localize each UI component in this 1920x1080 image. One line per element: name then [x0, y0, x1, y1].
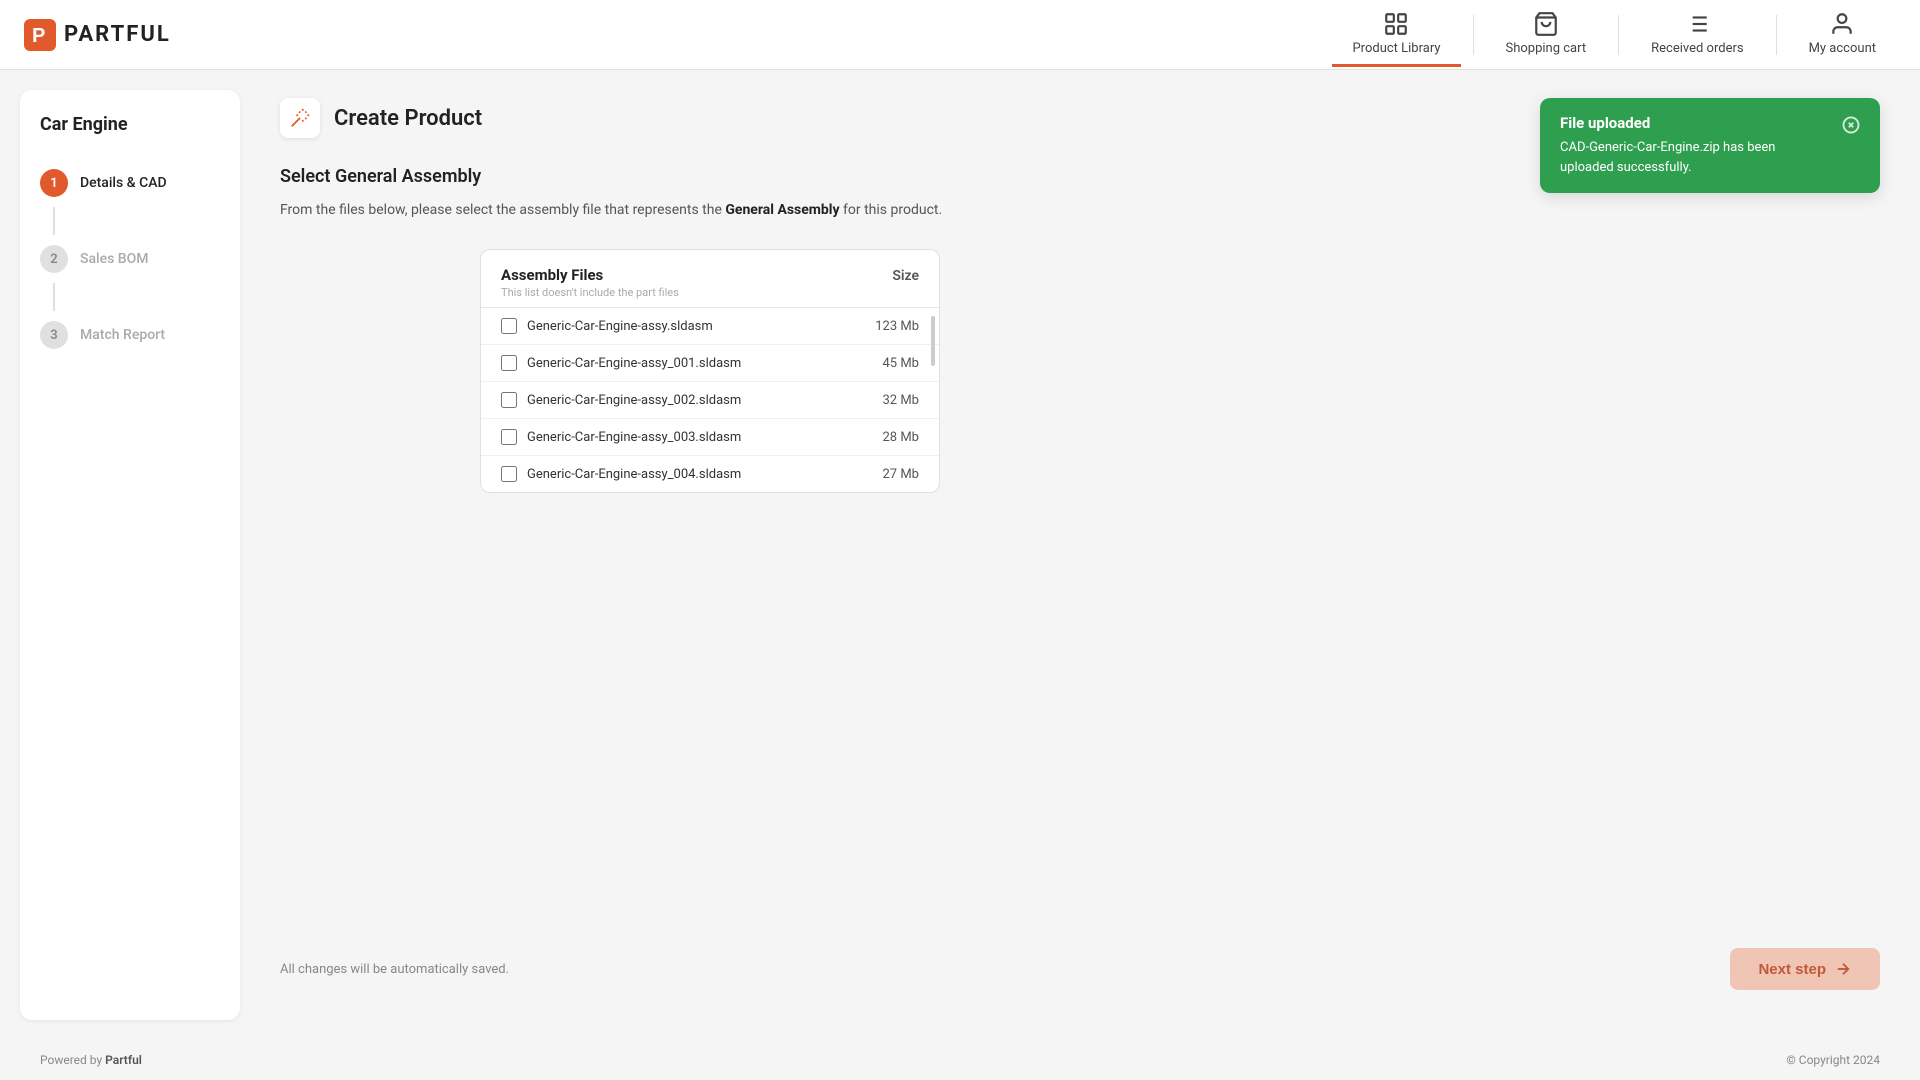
page-title: Create Product: [334, 106, 482, 131]
nav-label-shopping-cart: Shopping cart: [1506, 41, 1587, 56]
step-circle-1: 1: [40, 169, 68, 197]
nav-divider-2: [1618, 15, 1619, 55]
notification-close-button[interactable]: [1842, 116, 1860, 138]
file-size-1: 45 Mb: [859, 356, 919, 371]
nav-item-shopping-cart[interactable]: Shopping cart: [1486, 3, 1607, 67]
notification-title: File uploaded: [1560, 114, 1830, 132]
sidebar-item-match-report[interactable]: 3 Match Report: [36, 311, 224, 359]
main-layout: Car Engine 1 Details & CAD 2 Sales BOM 3…: [0, 70, 1920, 1040]
step-connector-1: [53, 207, 55, 235]
file-checkbox-3[interactable]: [501, 429, 517, 445]
table-body: Generic-Car-Engine-assy.sldasm 123 Mb Ge…: [481, 308, 939, 492]
sidebar-item-sales-bom[interactable]: 2 Sales BOM: [36, 235, 224, 283]
step-circle-2: 2: [40, 245, 68, 273]
nav-label-product-library: Product Library: [1352, 41, 1440, 56]
scrollbar[interactable]: [931, 316, 935, 366]
assembly-files-table: Assembly Files This list doesn't include…: [480, 249, 940, 493]
file-name-3: Generic-Car-Engine-assy_003.sldasm: [527, 430, 849, 445]
table-header: Assembly Files This list doesn't include…: [481, 250, 939, 308]
file-checkbox-2[interactable]: [501, 392, 517, 408]
next-step-button[interactable]: Next step: [1730, 948, 1880, 990]
step-label-2: Sales BOM: [80, 251, 149, 267]
logo[interactable]: P PARTFUL: [24, 19, 171, 51]
notification-body: CAD-Generic-Car-Engine.zip has been uplo…: [1560, 138, 1830, 177]
nav-item-product-library[interactable]: Product Library: [1332, 3, 1460, 67]
table-row[interactable]: Generic-Car-Engine-assy_002.sldasm 32 Mb: [481, 382, 939, 419]
autosave-text: All changes will be automatically saved.: [280, 962, 509, 977]
account-icon: [1829, 11, 1855, 37]
footer-left: Powered by Partful: [40, 1053, 142, 1067]
step-label-3: Match Report: [80, 327, 165, 343]
cart-icon: [1533, 11, 1559, 37]
nav-item-received-orders[interactable]: Received orders: [1631, 3, 1763, 67]
file-name-0: Generic-Car-Engine-assy.sldasm: [527, 319, 849, 334]
header: P PARTFUL Product Library Shopping cart: [0, 0, 1920, 70]
svg-text:P: P: [32, 25, 45, 47]
file-size-4: 27 Mb: [859, 467, 919, 482]
file-checkbox-4[interactable]: [501, 466, 517, 482]
nav-item-my-account[interactable]: My account: [1789, 3, 1896, 67]
bottom-bar: All changes will be automatically saved.…: [240, 948, 1920, 990]
arrow-right-icon: [1834, 960, 1852, 978]
section-desc: From the files below, please select the …: [280, 199, 1880, 221]
nav-label-my-account: My account: [1809, 41, 1876, 56]
sidebar-item-details-cad[interactable]: 1 Details & CAD: [36, 159, 224, 207]
step-circle-3: 3: [40, 321, 68, 349]
main-nav: Product Library Shopping cart Received: [1332, 3, 1896, 67]
sidebar: Car Engine 1 Details & CAD 2 Sales BOM 3…: [20, 90, 240, 1020]
file-name-1: Generic-Car-Engine-assy_001.sldasm: [527, 356, 849, 371]
file-size-2: 32 Mb: [859, 393, 919, 408]
table-row[interactable]: Generic-Car-Engine-assy_004.sldasm 27 Mb: [481, 456, 939, 492]
sidebar-title: Car Engine: [36, 114, 224, 135]
file-name-2: Generic-Car-Engine-assy_002.sldasm: [527, 393, 849, 408]
table-row[interactable]: Generic-Car-Engine-assy.sldasm 123 Mb: [481, 308, 939, 345]
table-col-size: Size: [892, 266, 919, 284]
nav-divider-3: [1776, 15, 1777, 55]
footer-brand-link[interactable]: Partful: [105, 1053, 142, 1067]
grid-icon: [1383, 11, 1409, 37]
file-checkbox-0[interactable]: [501, 318, 517, 334]
file-uploaded-notification: File uploaded CAD-Generic-Car-Engine.zip…: [1540, 98, 1880, 193]
logo-icon: P: [24, 19, 56, 51]
wand-icon: [289, 107, 311, 129]
footer: Powered by Partful © Copyright 2024: [0, 1040, 1920, 1080]
main-content: Create Product Select General Assembly F…: [240, 70, 1920, 1040]
step-connector-2: [53, 283, 55, 311]
logo-text: PARTFUL: [64, 22, 171, 47]
file-checkbox-1[interactable]: [501, 355, 517, 371]
nav-divider-1: [1473, 15, 1474, 55]
orders-icon: [1684, 11, 1710, 37]
table-title: Assembly Files: [501, 266, 679, 284]
table-row[interactable]: Generic-Car-Engine-assy_003.sldasm 28 Mb: [481, 419, 939, 456]
table-row[interactable]: Generic-Car-Engine-assy_001.sldasm 45 Mb: [481, 345, 939, 382]
step-label-1: Details & CAD: [80, 175, 167, 191]
file-name-4: Generic-Car-Engine-assy_004.sldasm: [527, 467, 849, 482]
file-size-0: 123 Mb: [859, 319, 919, 334]
table-subtitle: This list doesn't include the part files: [501, 286, 679, 299]
create-product-icon: [280, 98, 320, 138]
nav-label-received-orders: Received orders: [1651, 41, 1743, 56]
footer-right: © Copyright 2024: [1786, 1053, 1880, 1067]
file-size-3: 28 Mb: [859, 430, 919, 445]
